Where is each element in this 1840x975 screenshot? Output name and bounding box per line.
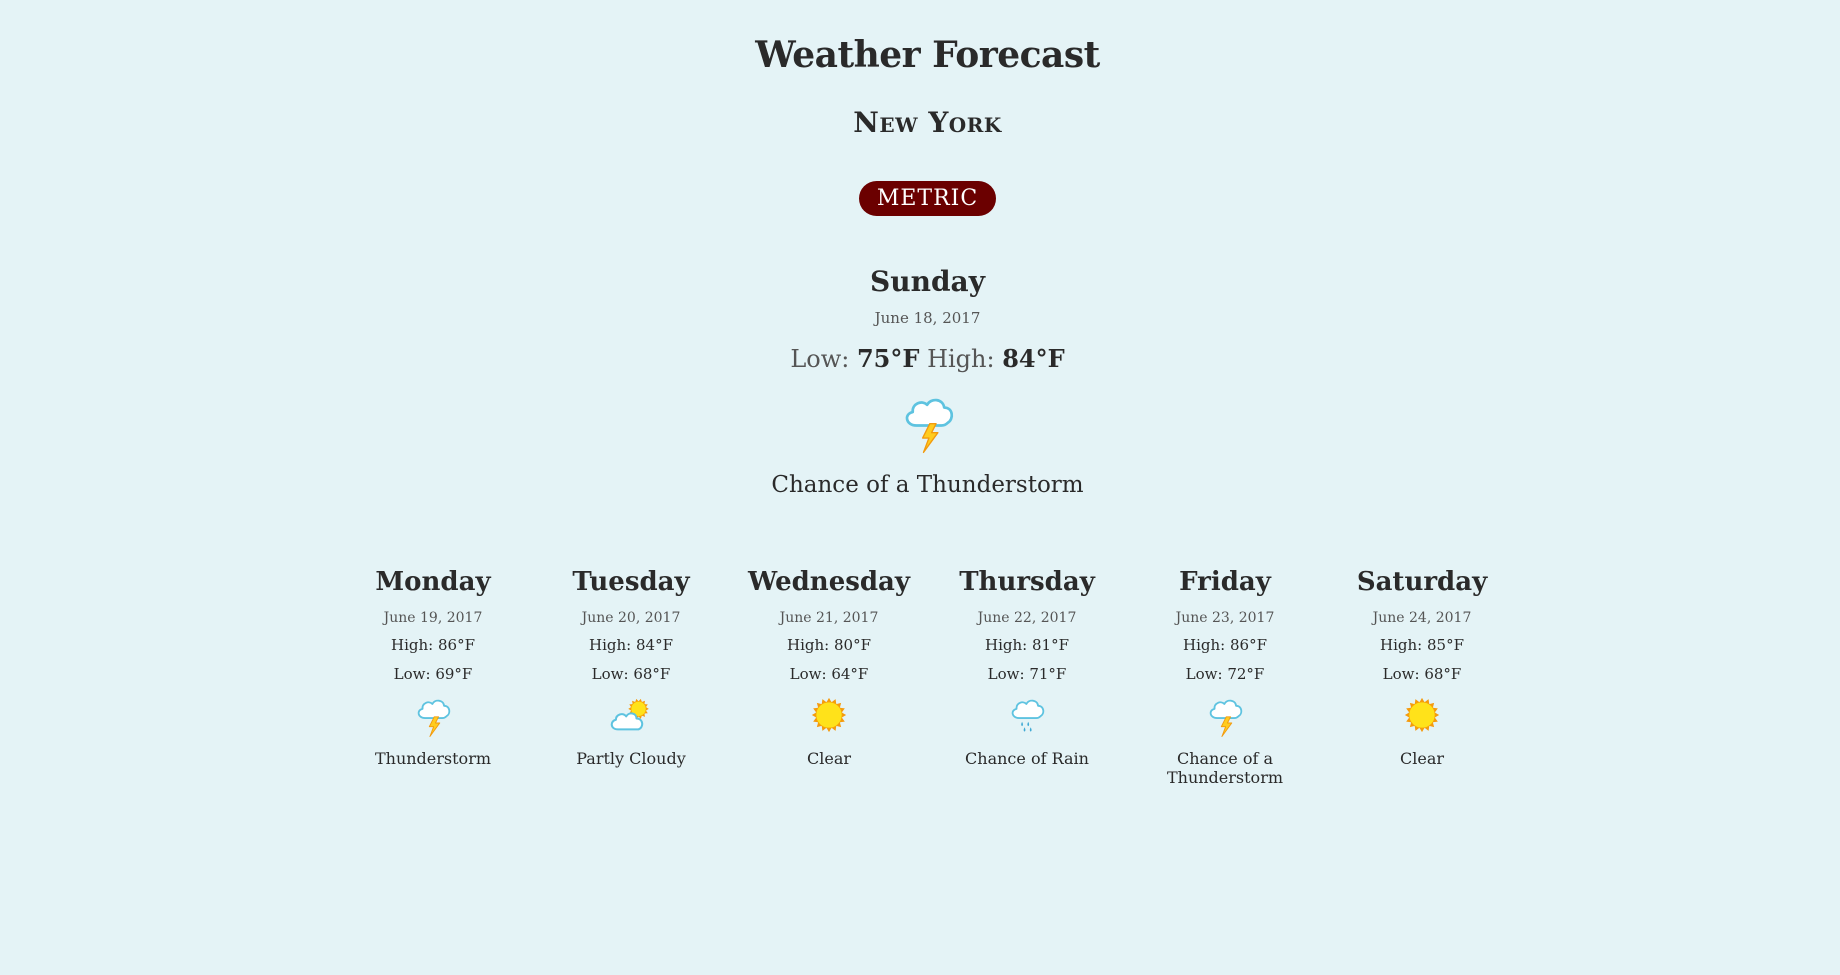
forecast-day-name: Monday <box>375 567 491 597</box>
partly-cloudy-icon <box>603 691 659 739</box>
forecast-date: June 19, 2017 <box>383 610 483 626</box>
today-low-label: Low: <box>790 345 850 373</box>
forecast-low: Low: 71°F <box>987 665 1067 683</box>
forecast-day-name: Friday <box>1179 567 1271 597</box>
forecast-date: June 24, 2017 <box>1372 610 1472 626</box>
forecast-day-name: Saturday <box>1356 567 1488 597</box>
forecast-condition: Chance of Rain <box>965 749 1089 768</box>
forecast-condition: Chance of a Thunderstorm <box>1166 749 1284 787</box>
forecast-list: Monday June 19, 2017 High: 86°F Low: 69°… <box>0 562 1840 802</box>
forecast-date: June 20, 2017 <box>581 610 681 626</box>
forecast-high: High: 85°F <box>1380 636 1464 654</box>
sun-icon <box>801 691 857 739</box>
forecast-date: June 22, 2017 <box>977 610 1077 626</box>
forecast-high: High: 80°F <box>787 636 871 654</box>
thunderstorm-icon <box>1197 691 1253 739</box>
forecast-low: Low: 68°F <box>1382 665 1462 683</box>
forecast-condition: Clear <box>806 749 851 768</box>
forecast-high: High: 81°F <box>985 636 1069 654</box>
forecast-day-card: Friday June 23, 2017 High: 86°F Low: 72°… <box>1140 562 1310 787</box>
today-high-label: High: <box>927 345 995 373</box>
forecast-low: Low: 69°F <box>393 665 473 683</box>
forecast-high: High: 86°F <box>391 636 475 654</box>
today-high-value: 84°F <box>1002 344 1065 373</box>
forecast-day-card: Tuesday June 20, 2017 High: 84°F Low: 68… <box>546 562 716 768</box>
forecast-day-name: Tuesday <box>572 567 690 597</box>
forecast-day-name: Thursday <box>959 567 1095 597</box>
forecast-condition: Clear <box>1399 749 1444 768</box>
today-condition: Chance of a Thunderstorm <box>771 472 1084 498</box>
rain-icon <box>999 691 1055 739</box>
forecast-condition: Thunderstorm <box>374 749 492 768</box>
today-low-value: 75°F <box>856 344 920 373</box>
forecast-day-card: Monday June 19, 2017 High: 86°F Low: 69°… <box>348 562 518 768</box>
today-day-name: Sunday <box>870 265 985 298</box>
forecast-low: Low: 72°F <box>1185 665 1265 683</box>
forecast-day-name: Wednesday <box>747 567 911 597</box>
forecast-condition: Partly Cloudy <box>576 749 686 768</box>
forecast-low: Low: 64°F <box>789 665 869 683</box>
metric-toggle-button[interactable]: METRIC <box>859 181 996 216</box>
sun-icon <box>1394 691 1450 739</box>
forecast-high: High: 84°F <box>589 636 673 654</box>
forecast-date: June 21, 2017 <box>779 610 879 626</box>
forecast-date: June 23, 2017 <box>1175 610 1275 626</box>
forecast-high: High: 86°F <box>1183 636 1267 654</box>
today-date: June 18, 2017 <box>874 309 981 327</box>
thunderstorm-icon <box>405 691 461 739</box>
thunderstorm-icon <box>888 386 968 456</box>
today-temperatures: Low: 75°F High: 84°F <box>0 342 1840 376</box>
forecast-day-card: Thursday June 22, 2017 High: 81°F Low: 7… <box>942 562 1112 768</box>
today-weather: Sunday June 18, 2017 Low: 75°F High: 84°… <box>0 262 1840 500</box>
forecast-low: Low: 68°F <box>591 665 671 683</box>
page-title: Weather Forecast <box>755 34 1100 76</box>
city-name: New York <box>853 106 1002 139</box>
forecast-day-card: Wednesday June 21, 2017 High: 80°F Low: … <box>744 562 914 768</box>
forecast-day-card: Saturday June 24, 2017 High: 85°F Low: 6… <box>1337 562 1507 768</box>
